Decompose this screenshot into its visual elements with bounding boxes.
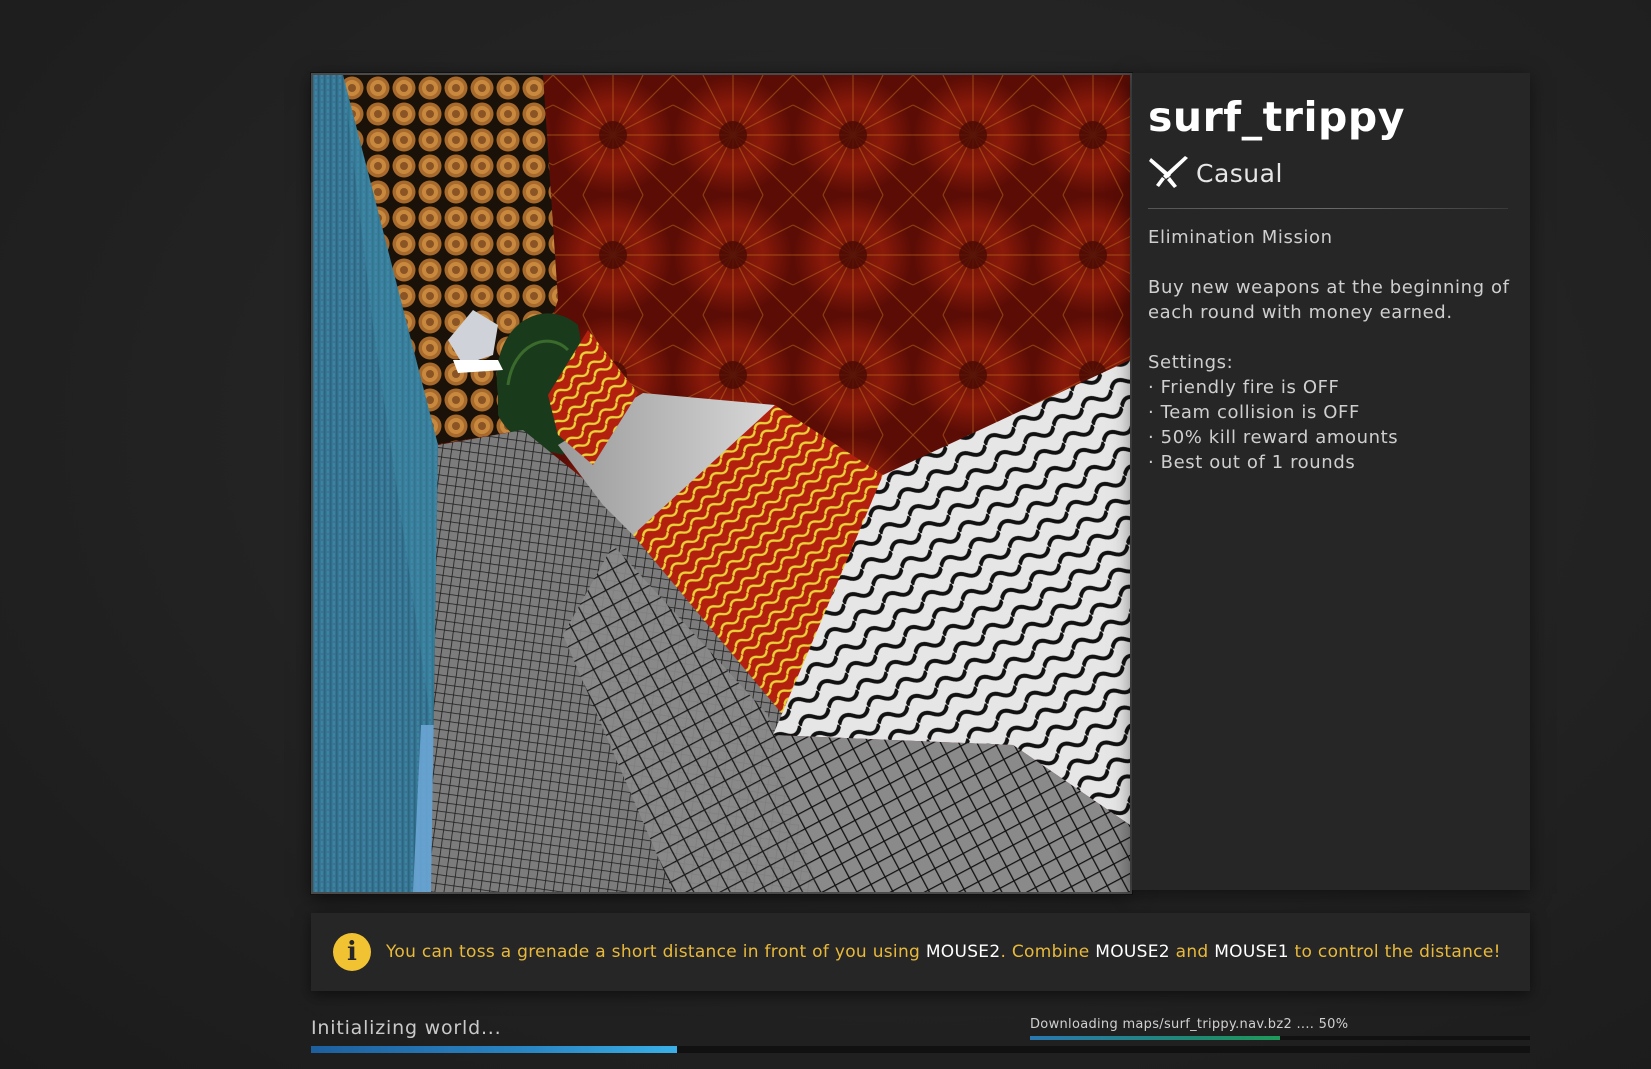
setting-item: Team collision is OFF: [1148, 400, 1518, 425]
mission-type: Elimination Mission: [1148, 227, 1333, 248]
setting-item: Best out of 1 rounds: [1148, 450, 1518, 475]
tip-key: MOUSE2: [1095, 942, 1170, 962]
loading-status: Initializing world...: [311, 1017, 502, 1039]
map-description: Elimination Mission Buy new weapons at t…: [1148, 225, 1518, 475]
mode-description: Buy new weapons at the beginning of each…: [1148, 277, 1510, 323]
loading-progress-fill: [311, 1046, 677, 1053]
tip-key: MOUSE2: [925, 942, 1001, 962]
game-mode-row: Casual: [1148, 155, 1283, 191]
download-progress-fill: [1030, 1036, 1280, 1040]
download-status: Downloading maps/surf_trippy.nav.bz2 ...…: [1030, 1017, 1349, 1032]
settings-list: Friendly fire is OFF Team collision is O…: [1148, 375, 1518, 475]
tip-key: MOUSE1: [1214, 942, 1289, 962]
info-icon: i: [333, 933, 371, 971]
map-name: surf_trippy: [1148, 93, 1405, 141]
download-progress-bar: [1030, 1036, 1530, 1040]
tip-bar: i You can toss a grenade a short distanc…: [311, 913, 1530, 991]
crossed-knives-icon: [1149, 156, 1188, 188]
setting-item: Friendly fire is OFF: [1148, 375, 1518, 400]
tip-text: You can toss a grenade a short distance …: [386, 942, 1501, 962]
loading-progress-bar: [311, 1046, 1530, 1053]
setting-item: 50% kill reward amounts: [1148, 425, 1518, 450]
settings-label: Settings:: [1148, 352, 1234, 373]
game-mode-label: Casual: [1196, 158, 1283, 188]
tip-text-part: . Combine: [1000, 942, 1096, 962]
map-preview-image: [311, 73, 1132, 894]
tip-text-part: and: [1169, 942, 1215, 962]
map-info-panel: surf_trippy Casual Elimination Mission B…: [1132, 73, 1530, 890]
tip-text-part: to control the distance!: [1288, 942, 1501, 962]
tip-text-part: You can toss a grenade a short distance …: [386, 942, 926, 962]
divider: [1148, 208, 1508, 209]
